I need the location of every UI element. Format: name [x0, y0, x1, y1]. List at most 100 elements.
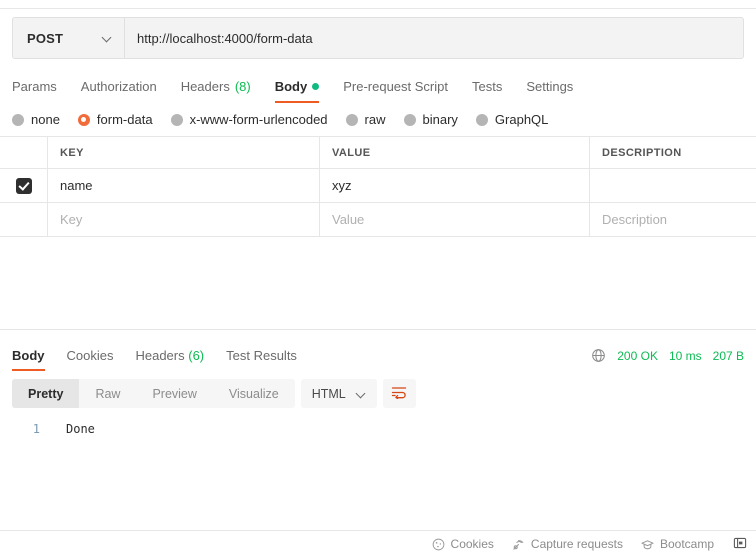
response-format-select[interactable]: HTML: [300, 379, 377, 408]
response-pane: Body Cookies Headers (6) Test Results 20…: [0, 329, 756, 530]
globe-icon: [591, 348, 606, 363]
response-tab-test-results-label: Test Results: [226, 348, 297, 363]
body-type-raw[interactable]: raw: [345, 112, 386, 127]
radio-icon: [170, 113, 183, 126]
response-status-summary: 200 OK 10 ms 207 B: [591, 348, 744, 371]
response-body-content: Done: [66, 422, 95, 436]
response-format-label: HTML: [311, 386, 346, 401]
response-tab-cookies-label: Cookies: [66, 348, 114, 363]
postman-request-response-view: POST http://localhost:4000/form-data Par…: [0, 0, 756, 557]
response-body-viewer[interactable]: 1 Done: [0, 408, 756, 530]
row-enabled-checkbox[interactable]: [15, 177, 32, 194]
graduation-cap-icon: [641, 538, 654, 551]
tab-headers[interactable]: Headers (8): [181, 79, 251, 103]
row-key-input[interactable]: name: [48, 169, 320, 202]
body-type-graphql[interactable]: GraphQL: [475, 112, 549, 127]
top-strip: [0, 0, 756, 9]
response-tabs: Body Cookies Headers (6) Test Results: [12, 348, 319, 371]
placeholder-description-input[interactable]: Description: [590, 203, 756, 236]
response-tab-body-label: Body: [12, 348, 45, 363]
response-tab-headers[interactable]: Headers (6): [135, 348, 204, 371]
url-bar: POST http://localhost:4000/form-data: [12, 17, 744, 59]
row-description-input[interactable]: [590, 169, 756, 202]
cookie-icon: [432, 538, 445, 551]
chevron-down-icon: [356, 389, 366, 399]
row-value-input[interactable]: xyz: [320, 169, 590, 202]
viewer-mode-preview[interactable]: Preview: [136, 379, 212, 408]
body-type-raw-label: raw: [364, 112, 386, 127]
body-type-none[interactable]: none: [12, 112, 60, 127]
status-bar-capture-requests-label: Capture requests: [530, 537, 623, 551]
response-tab-headers-label: Headers: [135, 348, 185, 363]
body-type-form-data-label: form-data: [96, 112, 153, 127]
response-time: 10 ms: [668, 348, 702, 363]
radio-icon: [403, 113, 416, 126]
response-header: Body Cookies Headers (6) Test Results 20…: [0, 338, 756, 371]
panel-toggle-button[interactable]: [732, 536, 748, 552]
body-type-radio-group: none form-data x-www-form-urlencoded raw…: [0, 103, 756, 136]
header-description: DESCRIPTION: [602, 146, 682, 159]
header-key: KEY: [48, 137, 320, 168]
body-type-graphql-label: GraphQL: [494, 112, 549, 127]
viewer-mode-group: Pretty Raw Preview Visualize: [12, 379, 295, 408]
body-type-binary-label: binary: [422, 112, 458, 127]
body-type-form-data[interactable]: form-data: [77, 112, 153, 127]
viewer-mode-raw[interactable]: Raw: [79, 379, 136, 408]
tab-body[interactable]: Body: [274, 79, 320, 103]
response-viewer-toolbar: Pretty Raw Preview Visualize HTML: [0, 371, 756, 408]
placeholder-value-input[interactable]: Value: [320, 203, 590, 236]
url-bar-row: POST http://localhost:4000/form-data: [0, 9, 756, 59]
response-tab-headers-count: (6): [188, 348, 205, 363]
body-type-binary[interactable]: binary: [403, 112, 458, 127]
chevron-down-icon: [102, 33, 112, 43]
radio-icon: [345, 113, 358, 126]
url-input[interactable]: http://localhost:4000/form-data: [125, 18, 743, 58]
panel-toggle-icon: [733, 536, 747, 553]
form-data-table: KEY VALUE DESCRIPTION name xyz Key Value…: [0, 136, 756, 237]
body-type-urlencoded-label: x-www-form-urlencoded: [189, 112, 328, 127]
status-code: 200 OK: [617, 348, 658, 363]
line-number-gutter: 1: [32, 422, 40, 436]
response-tab-body[interactable]: Body: [12, 348, 45, 371]
tab-authorization[interactable]: Authorization: [81, 79, 157, 103]
tab-authorization-label: Authorization: [80, 79, 157, 94]
http-method-label: POST: [27, 30, 64, 46]
satellite-icon: [512, 538, 525, 551]
status-bar-capture-requests[interactable]: Capture requests: [512, 537, 623, 551]
status-bar-bootcamp[interactable]: Bootcamp: [641, 537, 714, 551]
tab-settings-label: Settings: [526, 79, 574, 94]
tab-headers-count: (8): [234, 79, 251, 94]
tab-params[interactable]: Params: [12, 79, 57, 103]
tab-pre-request-script[interactable]: Pre-request Script: [343, 79, 448, 103]
tab-tests-label: Tests: [471, 79, 503, 94]
placeholder-checkbox-cell: [0, 203, 48, 236]
request-tabs: Params Authorization Headers (8) Body Pr…: [0, 70, 756, 103]
tab-headers-label: Headers: [180, 79, 230, 94]
response-tab-test-results[interactable]: Test Results: [226, 348, 297, 371]
radio-icon: [475, 113, 488, 126]
placeholder-key-input[interactable]: Key: [48, 203, 320, 236]
wrap-text-button[interactable]: [382, 379, 416, 408]
tab-params-label: Params: [12, 79, 57, 94]
status-bar: Cookies Capture requests Bootcamp: [0, 530, 756, 557]
tab-pre-request-script-label: Pre-request Script: [343, 79, 448, 94]
table-placeholder-row: Key Value Description: [0, 203, 756, 237]
status-bar-bootcamp-label: Bootcamp: [659, 537, 714, 551]
table-header-row: KEY VALUE DESCRIPTION: [0, 137, 756, 169]
body-type-none-label: none: [31, 112, 60, 127]
tab-body-label: Body: [274, 79, 308, 94]
radio-selected-icon: [77, 113, 90, 126]
response-tab-cookies[interactable]: Cookies: [67, 348, 114, 371]
http-method-select[interactable]: POST: [13, 18, 125, 58]
row-checkbox-cell: [0, 169, 48, 202]
header-value: VALUE: [320, 137, 590, 168]
radio-icon: [12, 113, 24, 126]
tab-tests[interactable]: Tests: [472, 79, 502, 103]
response-size: 207 B: [712, 348, 744, 363]
tab-settings[interactable]: Settings: [526, 79, 573, 103]
viewer-mode-pretty[interactable]: Pretty: [12, 379, 80, 408]
header-checkbox-cell: [0, 137, 48, 168]
body-type-urlencoded[interactable]: x-www-form-urlencoded: [170, 112, 328, 127]
status-bar-cookies[interactable]: Cookies: [432, 537, 494, 551]
viewer-mode-visualize[interactable]: Visualize: [213, 379, 295, 408]
